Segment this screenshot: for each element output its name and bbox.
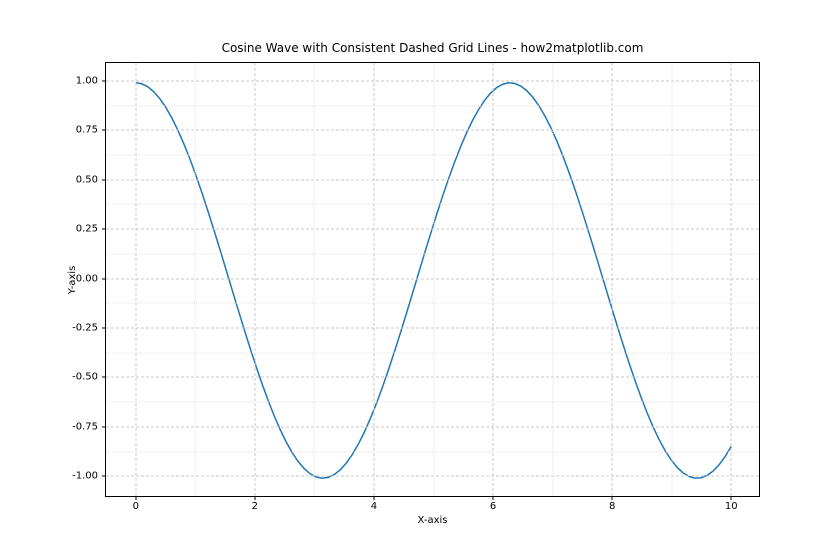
figure: Cosine Wave with Consistent Dashed Grid …: [0, 0, 840, 560]
y-tick-mark: [102, 278, 106, 279]
y-tick-mark: [102, 130, 106, 131]
y-tick-label: -0.25: [72, 322, 98, 333]
y-tick-mark: [102, 229, 106, 230]
x-tick-mark: [612, 496, 613, 500]
grid-line-vertical-minor: [314, 63, 315, 496]
y-tick-label: -1.00: [72, 471, 98, 482]
x-tick-mark: [731, 496, 732, 500]
grid-line-vertical: [135, 63, 136, 496]
x-tick-label: 8: [609, 501, 615, 512]
grid-line-vertical: [373, 63, 374, 496]
x-tick-label: 6: [490, 501, 496, 512]
y-tick-label: -0.50: [72, 372, 98, 383]
y-tick-label: 1.00: [76, 75, 98, 86]
x-tick-mark: [493, 496, 494, 500]
y-tick-label: 0.50: [76, 174, 98, 185]
y-tick-mark: [102, 476, 106, 477]
axes: Cosine Wave with Consistent Dashed Grid …: [105, 62, 760, 497]
grid-line-horizontal-minor: [106, 253, 759, 254]
grid-line-horizontal-minor: [106, 352, 759, 353]
x-tick-label: 0: [133, 501, 139, 512]
y-tick-mark: [102, 80, 106, 81]
y-tick-mark: [102, 377, 106, 378]
grid-line-horizontal-minor: [106, 105, 759, 106]
grid-line-horizontal-minor: [106, 303, 759, 304]
grid-line-vertical-minor: [552, 63, 553, 496]
grid-line-horizontal-minor: [106, 402, 759, 403]
grid-line-vertical-minor: [433, 63, 434, 496]
grid-line-vertical: [731, 63, 732, 496]
grid-line-vertical: [493, 63, 494, 496]
grid-line-vertical: [254, 63, 255, 496]
x-tick-mark: [254, 496, 255, 500]
grid-line-horizontal-minor: [106, 204, 759, 205]
grid-line-horizontal-minor: [106, 451, 759, 452]
x-tick-mark: [373, 496, 374, 500]
grid-line-vertical-minor: [195, 63, 196, 496]
y-tick-label: 0.25: [76, 224, 98, 235]
grid-line-vertical-minor: [671, 63, 672, 496]
grid-line-vertical: [612, 63, 613, 496]
x-tick-label: 4: [371, 501, 377, 512]
y-tick-label: -0.75: [72, 421, 98, 432]
y-tick-mark: [102, 327, 106, 328]
x-tick-label: 2: [252, 501, 258, 512]
chart-title: Cosine Wave with Consistent Dashed Grid …: [106, 41, 759, 55]
x-axis-label: X-axis: [106, 515, 759, 526]
y-tick-label: 0.75: [76, 125, 98, 136]
x-tick-mark: [135, 496, 136, 500]
y-tick-label: 0.00: [76, 273, 98, 284]
x-tick-label: 10: [725, 501, 738, 512]
y-tick-mark: [102, 426, 106, 427]
y-tick-mark: [102, 179, 106, 180]
grid-line-horizontal-minor: [106, 154, 759, 155]
